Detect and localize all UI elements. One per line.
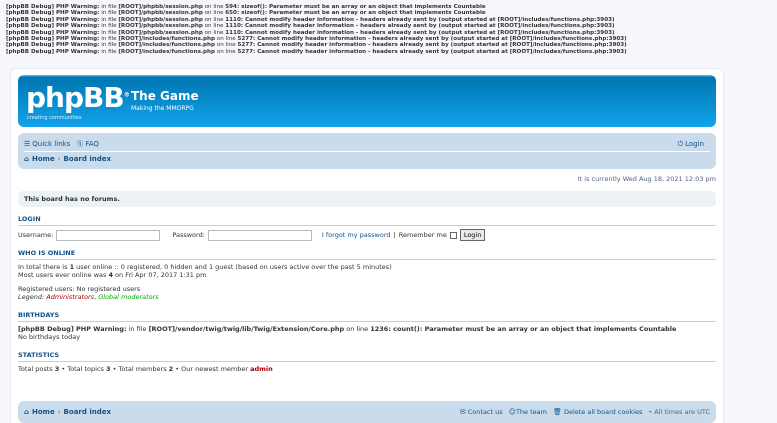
footer-links: ✉ Contact us ☺The team 🗑 Delete all boar… (460, 408, 710, 416)
login-link[interactable]: ⏻ Login (678, 140, 704, 149)
help-icon: ⓠ (76, 140, 84, 148)
breadcrumb: ⌂ Home ‹ Board index (24, 151, 710, 165)
site-title: The Game (131, 89, 199, 103)
legend-label: Legend: (18, 293, 47, 301)
legend-global-moderators[interactable]: Global moderators (98, 293, 158, 301)
no-birthdays: No birthdays today (18, 333, 81, 341)
footer-board-index[interactable]: Board index (64, 408, 111, 416)
footer-home-label: Home (32, 408, 55, 416)
power-icon: ⏻ (677, 139, 684, 148)
debug-output: [phpBB Debug] PHP Warning: in file [ROOT… (0, 0, 777, 55)
navbar-top-row: ☰ Quick links ⓠ FAQ ⏻ Login (24, 137, 710, 151)
page-wrapper: phpBB® creating communities The Game Mak… (10, 68, 724, 423)
chevron-right-icon: ‹ (57, 154, 61, 163)
statistics-heading: Statistics (18, 351, 716, 362)
login-heading: Login (18, 215, 716, 226)
current-time: It is currently Wed Aug 18, 2021 12:03 p… (577, 175, 716, 183)
login-form: Username: Password: I forgot my password… (18, 229, 716, 241)
navbar: ☰ Quick links ⓠ FAQ ⏻ Login ⌂ Home ‹ Boa… (18, 133, 716, 169)
login-button[interactable]: Login (459, 229, 486, 241)
chevron-right-icon: ‹ (57, 408, 61, 416)
forgot-password-link[interactable]: I forgot my password (322, 231, 391, 239)
password-label: Password: (172, 231, 205, 239)
newest-member-link[interactable]: admin (250, 365, 273, 373)
password-input[interactable] (207, 229, 312, 241)
login-label: Login (685, 140, 704, 148)
footer-navbar: ⌂ Home ‹ Board index ✉ Contact us ☺The t… (18, 401, 716, 423)
phpbb-logo[interactable]: phpBB® (26, 81, 130, 114)
logo-text: phpBB (26, 81, 125, 114)
legend-administrators[interactable]: Administrators (46, 293, 94, 301)
debug-line: [phpBB Debug] PHP Warning: in file [ROOT… (6, 48, 627, 55)
username-label: Username: (18, 231, 54, 239)
the-team-link[interactable]: ☺The team (509, 408, 547, 416)
breadcrumb-board-index[interactable]: Board index (64, 155, 111, 163)
no-forums-notice: This board has no forums. (18, 191, 716, 207)
site-header: phpBB® creating communities The Game Mak… (18, 75, 716, 127)
home-icon: ⌂ (24, 408, 30, 416)
birthdays-debug: [phpBB Debug] PHP Warning: in file [ROOT… (18, 325, 677, 333)
breadcrumb-home[interactable]: ⌂ Home (24, 155, 55, 163)
home-icon: ⌂ (24, 154, 30, 163)
footer-home[interactable]: ⌂ Home (24, 408, 55, 416)
online-summary: In total there is 1 user online :: 0 reg… (18, 263, 392, 279)
birthdays-heading: Birthdays (18, 311, 716, 322)
users-icon: ☺ (508, 408, 516, 416)
online-registered: Registered users: No registered users Le… (18, 285, 159, 301)
delete-cookies-link[interactable]: 🗑 Delete all board cookies (553, 408, 642, 416)
statistics-line: Total posts 3 • Total topics 3 • Total m… (18, 365, 273, 373)
logo-registered: ® (123, 91, 130, 99)
remember-me-checkbox[interactable] (449, 231, 457, 239)
separator: | (393, 231, 396, 239)
menu-icon: ☰ (24, 140, 31, 148)
breadcrumb-home-label: Home (32, 154, 55, 163)
timezone-note: • All times are UTC (648, 408, 710, 416)
envelope-icon: ✉ (459, 408, 466, 416)
quick-links-menu[interactable]: ☰ Quick links (24, 140, 70, 148)
username-input[interactable] (56, 229, 161, 241)
logo-tagline: creating communities (27, 115, 82, 121)
faq-link[interactable]: ⓠ FAQ (76, 139, 99, 149)
trash-icon: 🗑 (552, 408, 562, 416)
remember-me-label: Remember me (398, 231, 447, 239)
who-is-online-heading: Who is online (18, 249, 716, 260)
quick-links-label: Quick links (32, 140, 71, 148)
site-description: Making the MMORPG (131, 105, 194, 112)
contact-us-link[interactable]: ✉ Contact us (460, 408, 503, 416)
faq-label: FAQ (85, 140, 99, 148)
